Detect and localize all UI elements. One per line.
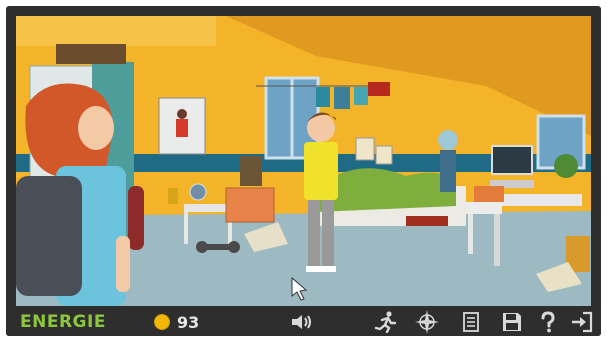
boy-shoe-left <box>306 266 322 272</box>
sound-icon <box>292 315 311 329</box>
chair-cushion <box>474 186 504 202</box>
exit-icon <box>572 311 593 333</box>
boy-shirt <box>304 142 338 200</box>
inventory-button[interactable] <box>458 311 484 333</box>
shelf <box>184 204 232 212</box>
dumbbell-end-right <box>228 241 240 253</box>
girl-face <box>78 106 114 150</box>
laundry-1 <box>316 87 330 107</box>
globe-icon[interactable] <box>189 183 207 201</box>
poster-figure-head <box>177 109 187 119</box>
help-button[interactable] <box>535 311 561 333</box>
items-under-bed <box>406 216 448 226</box>
boy-leg-right <box>322 200 334 266</box>
drawer-cabinet[interactable] <box>225 187 275 223</box>
boxes-on-wardrobe <box>56 44 126 64</box>
trophy-icon[interactable] <box>168 188 178 204</box>
run-icon <box>374 311 397 333</box>
desk-leg <box>494 206 500 266</box>
poster-figure-body <box>176 119 188 137</box>
computer-icon[interactable] <box>491 145 533 175</box>
chair-leg <box>468 214 473 254</box>
chair-seat[interactable] <box>466 202 502 214</box>
girl-arm <box>116 236 130 292</box>
mannequin-head <box>438 130 458 150</box>
laundry-2 <box>334 87 350 109</box>
coin-count: 93 <box>177 312 200 332</box>
compass-icon <box>415 310 439 334</box>
speaker <box>240 156 262 186</box>
laundry-3 <box>354 87 368 105</box>
coin-icon <box>154 314 170 330</box>
small-poster-1 <box>355 137 375 161</box>
run-button[interactable] <box>373 311 399 333</box>
plant <box>554 154 578 178</box>
coin-counter: 93 <box>154 308 199 336</box>
boy-shoe-right <box>320 266 336 272</box>
hud-bar: ENERGIE 93 <box>6 308 601 336</box>
ceiling <box>16 16 216 46</box>
small-poster-2 <box>375 145 393 165</box>
game-window: ENERGIE 93 <box>6 6 601 336</box>
skateboard-icon[interactable] <box>128 186 144 250</box>
inventory-icon <box>463 312 479 332</box>
hanging-shirt[interactable] <box>368 82 390 96</box>
dumbbell-end-left <box>196 241 208 253</box>
bedroom-scene <box>16 16 591 306</box>
map-button[interactable] <box>414 310 440 334</box>
shelf-leg-left <box>184 212 188 244</box>
girl-backpack <box>16 176 82 296</box>
save-icon <box>503 313 521 331</box>
save-button[interactable] <box>499 311 525 333</box>
sound-button[interactable] <box>288 311 314 333</box>
mannequin-body[interactable] <box>440 150 456 192</box>
energy-label: ENERGIE <box>20 312 106 332</box>
game-scene[interactable] <box>16 16 591 306</box>
exit-button[interactable] <box>569 311 595 333</box>
boy-leg-left <box>308 200 320 266</box>
screenshot-frame: ENERGIE 93 <box>0 0 607 342</box>
help-icon <box>541 311 555 333</box>
